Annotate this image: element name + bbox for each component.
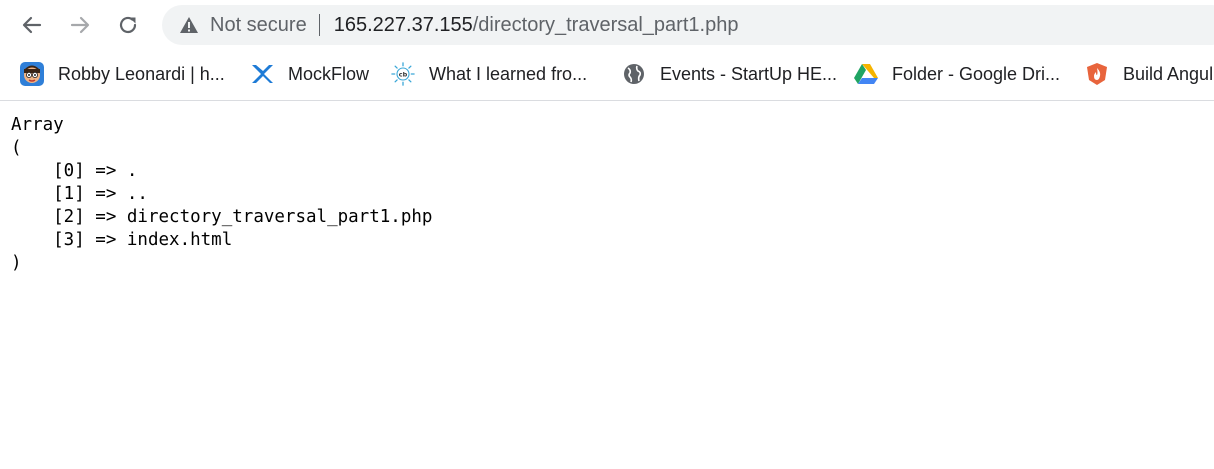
- bookmark-events-startup[interactable]: Events - StartUp HE...: [622, 60, 837, 88]
- output-line: Array: [11, 115, 64, 135]
- bookmarks-bar: Robby Leonardi | h... MockFlow cb What I…: [0, 52, 1214, 96]
- page-content: Array ( [0] => . [1] => .. [2] => direct…: [11, 114, 432, 275]
- output-line: [2] => directory_traversal_part1.php: [11, 207, 433, 227]
- url-host: 165.227.37.155: [333, 13, 473, 36]
- bookmark-label: Folder - Google Dri...: [892, 63, 1061, 84]
- security-indicator[interactable]: Not secure: [162, 5, 307, 45]
- google-drive-icon: [854, 62, 878, 86]
- reload-icon: [119, 16, 137, 34]
- url-text[interactable]: 165.227.37.155/directory_traversal_part1…: [334, 14, 739, 37]
- output-line: [0] => .: [11, 161, 138, 181]
- fire-shield-icon: [1085, 62, 1109, 86]
- bookmark-label: MockFlow: [288, 63, 370, 84]
- bookmark-label: Build Angul: [1123, 63, 1214, 84]
- browser-toolbar: Not secure 165.227.37.155/directory_trav…: [0, 0, 1214, 50]
- bookmark-label: What I learned fro...: [429, 63, 588, 84]
- arrow-forward-icon: [70, 16, 90, 34]
- output-line: (: [11, 138, 22, 158]
- bookmark-mockflow[interactable]: MockFlow: [250, 60, 369, 88]
- php-array-output: Array ( [0] => . [1] => .. [2] => direct…: [11, 114, 432, 275]
- bookmark-what-i-learned[interactable]: cb What I learned fro...: [391, 60, 587, 88]
- url-path: /directory_traversal_part1.php: [472, 13, 739, 36]
- cb-badge-icon: cb: [391, 62, 415, 86]
- omnibox-divider: [318, 14, 320, 36]
- bookmark-google-drive-folder[interactable]: Folder - Google Dri...: [854, 60, 1060, 88]
- output-line: [1] => ..: [11, 184, 148, 204]
- output-line: [3] => index.html: [11, 230, 233, 250]
- globe-icon: [622, 62, 646, 86]
- svg-text:cb: cb: [399, 70, 408, 78]
- address-bar[interactable]: Not secure 165.227.37.155/directory_trav…: [162, 5, 1214, 45]
- bookmark-label: Robby Leonardi | h...: [58, 63, 225, 84]
- arrow-back-icon: [22, 16, 42, 34]
- cartoon-avatar-icon: [20, 62, 44, 86]
- reload-button[interactable]: [112, 9, 144, 41]
- browser-chrome: Not secure 165.227.37.155/directory_trav…: [0, 0, 1214, 101]
- bookmark-robby-leonardi[interactable]: Robby Leonardi | h...: [20, 60, 225, 88]
- output-line: ): [11, 253, 22, 273]
- forward-button[interactable]: [64, 9, 96, 41]
- bookmark-label: Events - StartUp HE...: [660, 63, 838, 84]
- back-button[interactable]: [16, 9, 48, 41]
- bookmark-build-angular[interactable]: Build Angul: [1085, 60, 1213, 88]
- mockflow-icon: [250, 62, 274, 86]
- warning-triangle-icon: [180, 17, 198, 33]
- security-label: Not secure: [210, 13, 307, 36]
